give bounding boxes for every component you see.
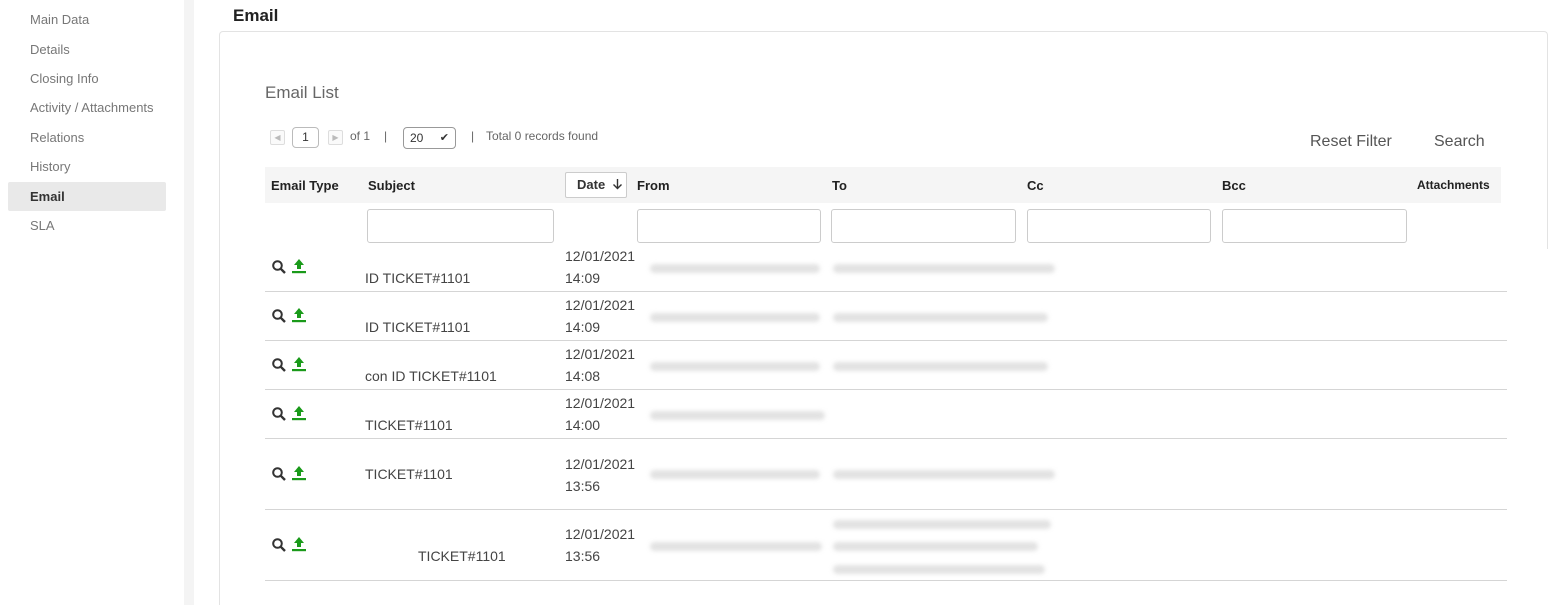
row-divider [265,389,1507,390]
pager-separator: | [384,129,388,143]
magnifier-icon[interactable] [271,357,287,373]
pager-separator-2: | [471,129,475,143]
row-divider [265,438,1507,439]
sidebar-item-main-data[interactable]: Main Data [8,5,166,34]
panel-border [219,240,220,605]
row-time: 13:56 [565,548,601,564]
row-date: 12/01/2021 [565,395,636,411]
sidebar-item-closing-info[interactable]: Closing Info [8,64,166,93]
row-divider [265,580,1507,581]
redacted-from [650,313,820,322]
pager-of-text: of 1 [350,129,371,143]
magnifier-icon[interactable] [271,466,287,482]
redacted-to [833,565,1045,574]
to-filter-input[interactable] [831,209,1016,243]
sidebar-item-activity-attachments[interactable]: Activity / Attachments [8,93,166,122]
column-to: To [832,178,847,193]
total-records-text: Total 0 records found [486,129,599,143]
column-from: From [637,178,670,193]
prev-page-icon[interactable]: ◀ [270,130,285,145]
row-date: 12/01/2021 [565,248,636,264]
magnifier-icon[interactable] [271,406,287,422]
magnifier-icon[interactable] [271,259,287,275]
magnifier-icon[interactable] [271,537,287,553]
table-header [265,167,1501,203]
row-divider [265,340,1507,341]
upload-green-icon[interactable] [291,536,307,552]
row-time: 14:09 [565,270,601,286]
redacted-from [650,264,820,273]
from-filter-input[interactable] [637,209,821,243]
column-date-label: Date [577,177,606,192]
redacted-from [650,362,820,371]
row-date: 12/01/2021 [565,526,636,542]
upload-green-icon[interactable] [291,356,307,372]
row-date: 12/01/2021 [565,346,636,362]
row-subject: TICKET#1101 [418,548,506,564]
redacted-from [650,542,822,551]
redacted-from [650,470,820,479]
upload-green-icon[interactable] [291,258,307,274]
column-attachments: Attachments [1417,178,1490,192]
redacted-to [833,470,1055,479]
row-date: 12/01/2021 [565,297,636,313]
magnifier-icon[interactable] [271,308,287,324]
reset-filter-button[interactable]: Reset Filter [1310,133,1392,151]
row-date: 12/01/2021 [565,456,636,472]
row-divider [265,509,1507,510]
row-subject: TICKET#1101 [365,466,453,482]
row-time: 14:09 [565,319,601,335]
redacted-to [833,362,1048,371]
redacted-to [833,264,1055,273]
row-time: 14:08 [565,368,601,384]
cc-filter-input[interactable] [1027,209,1211,243]
sidebar: Main Data Details Closing Info Activity … [0,0,184,605]
column-subject: Subject [368,178,415,193]
next-page-icon[interactable]: ▶ [328,130,343,145]
row-subject: ID TICKET#1101 [365,270,471,286]
column-date-sort-button[interactable]: Date [565,172,627,198]
row-subject: ID TICKET#1101 [365,319,471,335]
row-time: 14:00 [565,417,601,433]
row-subject: TICKET#1101 [365,417,453,433]
search-button[interactable]: Search [1434,133,1485,151]
sidebar-item-history[interactable]: History [8,152,166,181]
row-divider [265,291,1507,292]
sidebar-item-relations[interactable]: Relations [8,123,166,152]
arrow-down-icon [612,179,622,190]
current-page-input[interactable]: 1 [292,127,319,148]
upload-green-icon[interactable] [291,307,307,323]
sidebar-item-sla[interactable]: SLA [8,211,166,240]
page-size-value: 20 [410,131,424,145]
subject-filter-input[interactable] [367,209,554,243]
chevron-down-icon: ✔ [439,132,449,144]
sidebar-item-details[interactable]: Details [8,35,166,64]
redacted-from [650,411,825,420]
redacted-to [833,313,1048,322]
redacted-to [833,542,1038,551]
row-subject: con ID TICKET#1101 [365,368,497,384]
column-cc: Cc [1027,178,1044,193]
sidebar-item-email[interactable]: Email [8,182,166,211]
upload-green-icon[interactable] [291,405,307,421]
page-title: Email [233,6,279,25]
email-list-title: Email List [265,83,339,102]
column-bcc: Bcc [1222,178,1246,193]
upload-green-icon[interactable] [291,465,307,481]
row-time: 13:56 [565,478,601,494]
column-email-type: Email Type [271,178,339,193]
redacted-to [833,520,1051,529]
page-size-select[interactable]: 20 ✔ [403,127,456,149]
sidebar-divider [184,0,194,605]
bcc-filter-input[interactable] [1222,209,1407,243]
